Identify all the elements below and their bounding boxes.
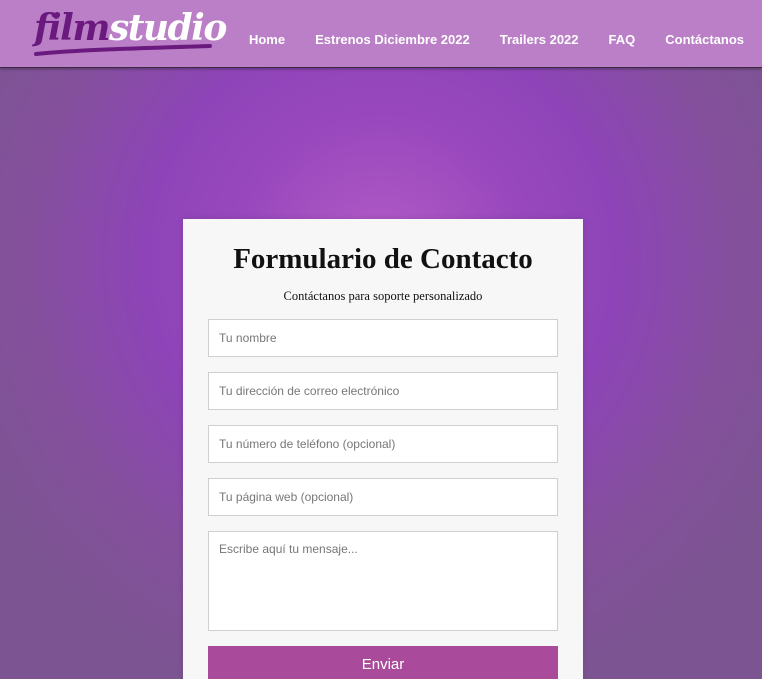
message-textarea[interactable] — [208, 531, 558, 631]
name-input[interactable] — [208, 319, 558, 357]
website-input[interactable] — [208, 478, 558, 516]
site-header: filmstudio Home Estrenos Diciembre 2022 … — [0, 0, 762, 68]
nav-trailers-2022[interactable]: Trailers 2022 — [500, 32, 579, 47]
phone-input[interactable] — [208, 425, 558, 463]
form-title: Formulario de Contacto — [233, 243, 533, 275]
form-subtitle: Contáctanos para soporte personalizado — [283, 289, 483, 303]
main-nav: Home Estrenos Diciembre 2022 Trailers 20… — [219, 32, 744, 47]
nav-faq[interactable]: FAQ — [609, 32, 636, 47]
nav-estrenos-diciembre-2022[interactable]: Estrenos Diciembre 2022 — [315, 32, 470, 47]
contact-form-card: Formulario de Contacto Contáctanos para … — [183, 219, 583, 679]
email-input[interactable] — [208, 372, 558, 410]
logo-underline-swoosh — [34, 44, 212, 56]
nav-contactanos[interactable]: Contáctanos — [665, 32, 744, 47]
submit-button[interactable]: Enviar — [208, 646, 558, 679]
nav-home[interactable]: Home — [249, 32, 285, 47]
filmstudio-logo[interactable]: filmstudio — [34, 2, 227, 60]
